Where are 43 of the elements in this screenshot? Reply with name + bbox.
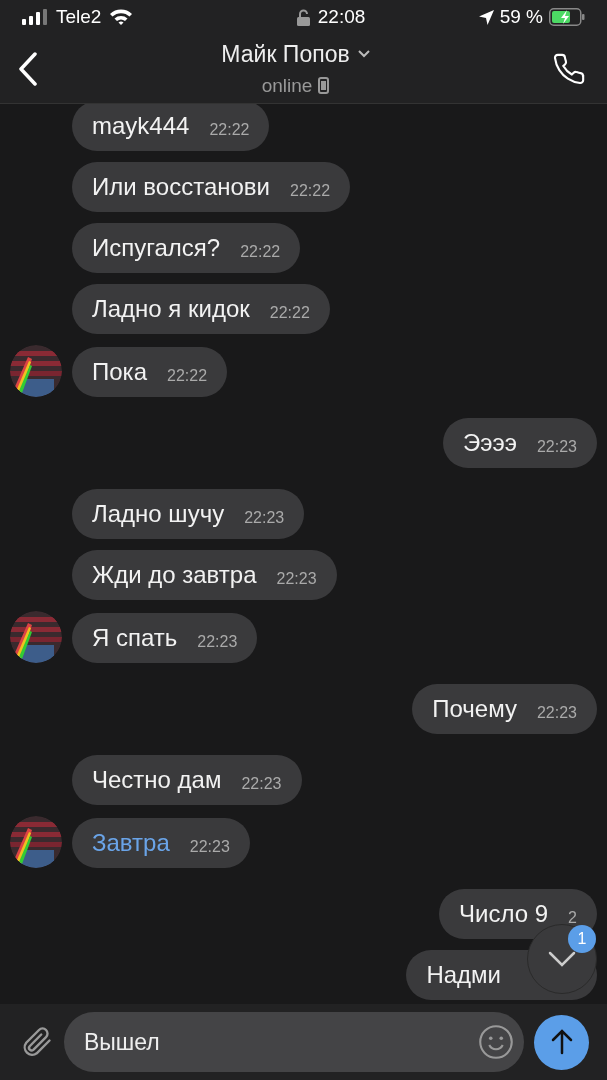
lock-icon (296, 8, 310, 26)
battery-charging-icon (549, 8, 585, 26)
message-text: Честно дам (92, 765, 222, 795)
chevron-down-icon[interactable] (357, 50, 370, 59)
message-time: 22:22 (290, 181, 331, 201)
phone-device-icon (318, 77, 330, 95)
message-time: 22:23 (197, 632, 238, 652)
battery-percent: 59 % (499, 4, 543, 29)
message-time: 22:23 (244, 508, 285, 528)
message-text: Надми (426, 960, 501, 990)
emoji-icon[interactable] (478, 1024, 514, 1060)
chevron-down-icon[interactable] (548, 951, 576, 967)
message-time: 22:22 (240, 242, 281, 262)
location-arrow-icon (478, 9, 494, 25)
message-text: Почему (432, 694, 517, 724)
message-time: 22:22 (167, 366, 208, 386)
message-text: Ладно я кидок (92, 294, 250, 324)
unread-badge: 1 (568, 925, 596, 953)
message-time: 22:22 (209, 120, 250, 140)
message-time: 22:22 (269, 303, 310, 323)
message-text: Испугался? (92, 233, 221, 263)
carrier-name: Tele2 (56, 4, 102, 29)
message-time: 22:23 (536, 703, 577, 723)
arrow-up-icon[interactable] (549, 1029, 574, 1055)
message-text: Ээээ (462, 428, 517, 458)
contact-name[interactable]: Майк Попов (221, 37, 350, 72)
composer-field[interactable]: Вышел (64, 1012, 524, 1072)
clock-time: 22:08 (317, 4, 366, 29)
message-text: Пока (92, 357, 147, 387)
wifi-icon (109, 8, 134, 26)
send-button[interactable] (534, 1014, 589, 1070)
message-text: Жди до завтра (92, 560, 257, 590)
message-text: Или восстанови (92, 172, 270, 202)
message-time: 22:23 (241, 774, 282, 794)
message-text: mayk444 (92, 111, 190, 141)
message-text: Я спать (92, 623, 178, 653)
signal-icon (22, 9, 48, 25)
message-time: 22:23 (536, 437, 577, 457)
message-text: Ладно шучу (92, 499, 225, 529)
online-status: online (261, 73, 313, 98)
message-text: Завтра (92, 828, 170, 858)
message-time: 22:23 (276, 569, 317, 589)
message-time: 22:23 (189, 837, 230, 857)
